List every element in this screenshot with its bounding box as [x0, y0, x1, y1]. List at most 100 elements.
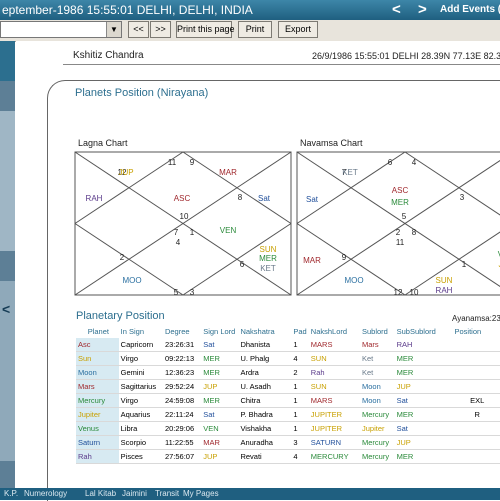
sign-cell: Virgo	[119, 394, 163, 408]
subsublord-cell: Sat	[395, 394, 453, 408]
nakshatra-cell: Anuradha	[238, 436, 291, 450]
col-header: Degree	[163, 324, 201, 338]
sign-cell: Pisces	[119, 450, 163, 464]
col-header: Pad	[291, 324, 308, 338]
subsublord-cell: RAH	[395, 338, 453, 352]
planet-label: MER	[259, 254, 277, 263]
col-header: In Sign	[119, 324, 163, 338]
tab-my-pages[interactable]: My Pages	[183, 489, 219, 498]
nakshatra-cell: U. Phalg	[238, 352, 291, 366]
planet-label: ASC	[392, 186, 409, 195]
sign-cell: Aquarius	[119, 408, 163, 422]
chevron-down-icon[interactable]: ▼	[106, 22, 121, 37]
tab-numerology[interactable]: Numerology	[24, 489, 67, 498]
pad-cell: 4	[291, 352, 308, 366]
planet-label: Sat	[306, 195, 319, 204]
sign-lord-cell: JUP	[201, 380, 238, 394]
house-number: 6	[388, 158, 393, 167]
navamsa-chart-label: Navamsa Chart	[300, 138, 363, 148]
sublord-cell: Mercury	[360, 436, 395, 450]
naksh-lord-cell: SUN	[309, 380, 360, 394]
prev-arrow-icon[interactable]: <	[392, 1, 401, 18]
house-number: 6	[240, 260, 245, 269]
print-button[interactable]: Print	[238, 21, 272, 38]
col-header: Sublord	[360, 324, 395, 338]
naksh-lord-cell: SUN	[309, 352, 360, 366]
col-header: Position	[453, 324, 500, 338]
export-button[interactable]: Export	[278, 21, 318, 38]
collapse-arrow-icon[interactable]: <	[2, 301, 10, 317]
degree-cell: 20:29:06	[163, 422, 201, 436]
sign-lord-cell: Sat	[201, 408, 238, 422]
subsublord-cell: MER	[395, 366, 453, 380]
degree-cell: 22:11:24	[163, 408, 201, 422]
nakshatra-cell: U. Asadh	[238, 380, 291, 394]
navamsa-chart: 647358211911012KETASCMERMOOSatMARSUNRAHV…	[296, 151, 500, 296]
naksh-lord-cell: SATURN	[309, 436, 360, 450]
house-number: 5	[402, 212, 407, 221]
pad-cell: 3	[291, 436, 308, 450]
house-number: 8	[238, 193, 243, 202]
sign-lord-cell: MAR	[201, 436, 238, 450]
planet-label: MAR	[219, 168, 237, 177]
add-events-link[interactable]: Add Events (	[440, 4, 500, 15]
planet-label: MAR	[303, 256, 321, 265]
prev-page-button[interactable]: <<	[128, 21, 149, 38]
sign-lord-cell: VEN	[201, 422, 238, 436]
planet-cell: Rah	[76, 450, 119, 464]
col-header: Nakshatra	[238, 324, 291, 338]
naksh-lord-cell: JUPITER	[309, 408, 360, 422]
planet-label: RAH	[436, 286, 453, 295]
subsublord-cell: MER	[395, 352, 453, 366]
toolbar: ▼ << >> Print this page Print Export	[0, 20, 500, 42]
pad-cell: 1	[291, 408, 308, 422]
table-row: MarsSagittarius29:52:24JUPU. Asadh1SUNMo…	[76, 380, 500, 394]
subsublord-cell: MER	[395, 408, 453, 422]
title-bar: eptember-1986 15:55:01 DELHI, DELHI, IND…	[0, 0, 500, 20]
planet-label: Sat	[258, 194, 271, 203]
subsublord-cell: Sat	[395, 422, 453, 436]
table-header-row: Planet In Sign Degree Sign Lord Nakshatr…	[76, 324, 500, 338]
table-row: MercuryVirgo24:59:08MERChitra1MARSMoonSa…	[76, 394, 500, 408]
house-number: 1	[462, 260, 467, 269]
sublord-cell: Mercury	[360, 450, 395, 464]
house-number: 5	[174, 288, 179, 296]
naksh-lord-cell: Rah	[309, 366, 360, 380]
planet-cell: Jupiter	[76, 408, 119, 422]
position-cell	[453, 436, 500, 450]
subsublord-cell: JUP	[395, 380, 453, 394]
pad-cell: 1	[291, 422, 308, 436]
house-number: 10	[410, 288, 419, 296]
sublord-cell: Mercury	[360, 408, 395, 422]
table-row: SunVirgo09:22:13MERU. Phalg4SUNKetMER	[76, 352, 500, 366]
position-cell	[453, 422, 500, 436]
table-row: SaturnScorpio11:22:55MARAnuradha3SATURNM…	[76, 436, 500, 450]
sublord-cell: Jupiter	[360, 422, 395, 436]
print-this-page-button[interactable]: Print this page	[176, 21, 232, 38]
page-select[interactable]: ▼	[0, 21, 122, 38]
tab-kp[interactable]: K.P.	[4, 489, 18, 498]
nakshatra-cell: Vishakha	[238, 422, 291, 436]
sublord-cell: Moon	[360, 380, 395, 394]
degree-cell: 11:22:55	[163, 436, 201, 450]
house-number: 8	[412, 228, 417, 237]
planet-label: SUN	[436, 276, 453, 285]
naksh-lord-cell: JUPITER	[309, 422, 360, 436]
sign-cell: Capricorn	[119, 338, 163, 352]
next-arrow-icon[interactable]: >	[418, 1, 427, 18]
planet-cell: Saturn	[76, 436, 119, 450]
nakshatra-cell: P. Bhadra	[238, 408, 291, 422]
naksh-lord-cell: MERCURY	[309, 450, 360, 464]
tab-jaimini[interactable]: Jaimini	[122, 489, 147, 498]
house-number: 4	[176, 238, 181, 247]
position-cell: R	[453, 408, 500, 422]
sign-lord-cell: Sat	[201, 338, 238, 352]
next-page-button[interactable]: >>	[150, 21, 171, 38]
tab-transit[interactable]: Transit	[155, 489, 179, 498]
table-row: VenusLibra20:29:06VENVishakha1JUPITERJup…	[76, 422, 500, 436]
planet-label: KET	[260, 264, 276, 273]
tab-lal-kitab[interactable]: Lal Kitab	[85, 489, 116, 498]
planetary-position-table: Planet In Sign Degree Sign Lord Nakshatr…	[76, 324, 500, 464]
sign-lord-cell: MER	[201, 366, 238, 380]
table-row: AscCapricorn23:26:31SatDhanista1MARSMars…	[76, 338, 500, 352]
